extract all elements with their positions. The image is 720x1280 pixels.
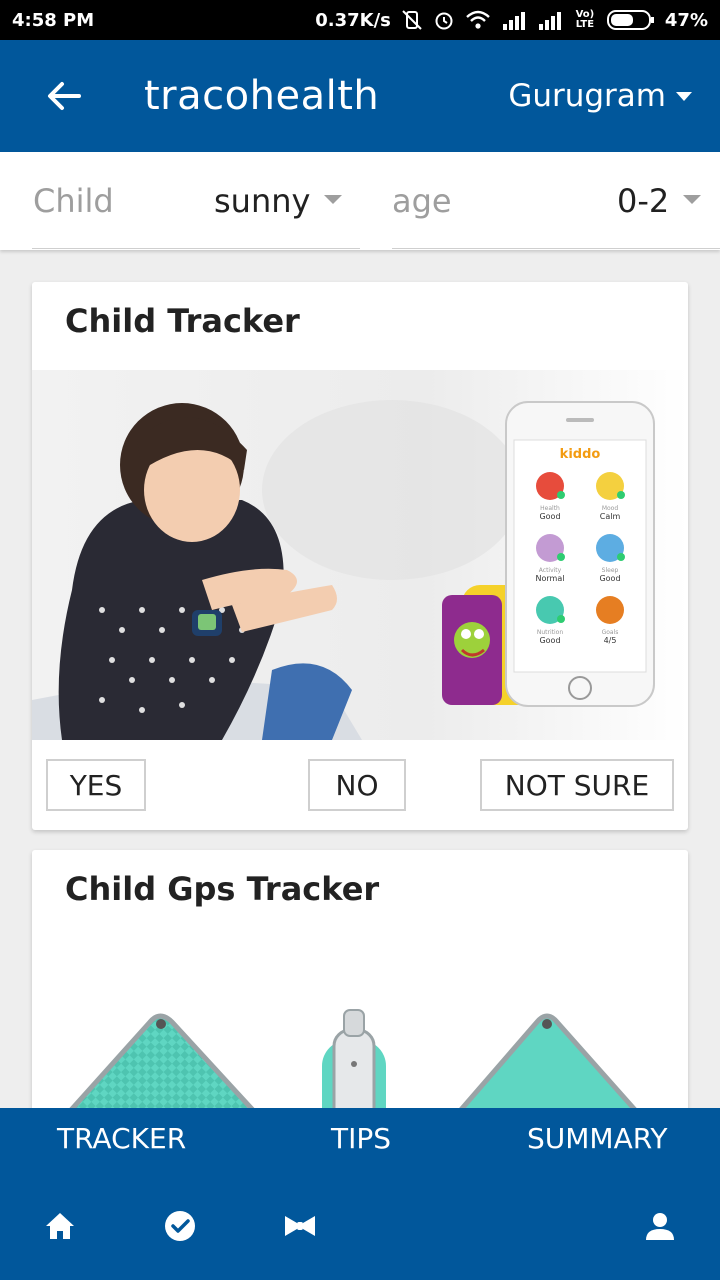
battery-icon xyxy=(606,9,655,31)
caret-down-icon xyxy=(683,194,702,204)
tile-value: Good xyxy=(599,574,620,583)
tile-label: Sleep xyxy=(602,567,619,574)
person-icon[interactable] xyxy=(640,1206,680,1246)
volte-badge: Vo) LTE xyxy=(575,9,595,30)
age-label: age xyxy=(392,182,452,220)
no-button[interactable]: NO xyxy=(308,759,406,811)
caret-down-icon xyxy=(324,194,343,204)
battery-percent: 47% xyxy=(664,9,708,31)
not-sure-button[interactable]: NOT SURE xyxy=(480,759,674,811)
tile-label: Nutrition xyxy=(537,629,563,636)
child-gps-tracker-card: Child Gps Tracker xyxy=(32,850,688,1150)
home-icon[interactable] xyxy=(40,1206,80,1246)
back-button[interactable] xyxy=(34,66,94,126)
child-label: Child xyxy=(33,182,114,220)
status-icons: 0.37K/s Vo) LTE 47% xyxy=(315,9,708,31)
child-tracker-card: Child Tracker kiddo Health Good Mood Cal… xyxy=(32,282,688,830)
age-dropdown[interactable]: 0-2 xyxy=(617,182,702,220)
city-label: Gurugram xyxy=(508,78,666,114)
bottom-navigation: TRACKER TIPS SUMMARY xyxy=(0,1108,720,1280)
card-title: Child Tracker xyxy=(65,302,300,340)
app-bar: tracohealth Gurugram xyxy=(0,40,720,152)
wifi-icon xyxy=(465,9,491,31)
vibrate-off-icon xyxy=(401,9,423,31)
tile-value: Normal xyxy=(536,574,565,583)
tile-label: Goals xyxy=(602,629,619,636)
city-dropdown[interactable]: Gurugram xyxy=(508,78,692,114)
tile-label: Activity xyxy=(539,567,562,574)
caret-down-icon xyxy=(676,91,692,101)
phone-app-name: kiddo xyxy=(560,447,601,462)
bow-tie-icon[interactable] xyxy=(280,1206,320,1246)
tile-value: Good xyxy=(539,636,560,645)
tile-label: Health xyxy=(540,505,560,512)
app-title: tracohealth xyxy=(144,73,380,119)
tile-value: Calm xyxy=(600,512,621,521)
child-tracker-image: kiddo Health Good Mood Calm Activity Nor… xyxy=(32,370,688,740)
child-dropdown[interactable]: sunny xyxy=(214,182,343,220)
tile-label: Mood xyxy=(602,505,619,512)
arrow-left-icon xyxy=(48,82,81,110)
tab-tracker[interactable]: TRACKER xyxy=(57,1122,186,1155)
tab-summary[interactable]: SUMMARY xyxy=(527,1122,668,1155)
status-bar: 4:58 PM 0.37K/s Vo) LTE 47% xyxy=(0,0,720,40)
age-underline xyxy=(392,248,720,249)
child-value: sunny xyxy=(214,182,311,220)
check-circle-icon[interactable] xyxy=(160,1206,200,1246)
status-time: 4:58 PM xyxy=(12,9,95,31)
network-speed: 0.37K/s xyxy=(315,9,391,31)
age-value: 0-2 xyxy=(617,182,670,220)
yes-button[interactable]: YES xyxy=(46,759,146,811)
alarm-icon xyxy=(433,9,455,31)
signal-icon-2 xyxy=(537,10,563,30)
child-underline xyxy=(32,248,360,249)
filter-bar: Child sunny age 0-2 xyxy=(0,152,720,250)
card-title: Child Gps Tracker xyxy=(65,870,380,908)
signal-icon xyxy=(501,10,527,30)
tile-value: Good xyxy=(539,512,560,521)
tile-value: 4/5 xyxy=(604,636,617,645)
tab-tips[interactable]: TIPS xyxy=(331,1122,391,1155)
